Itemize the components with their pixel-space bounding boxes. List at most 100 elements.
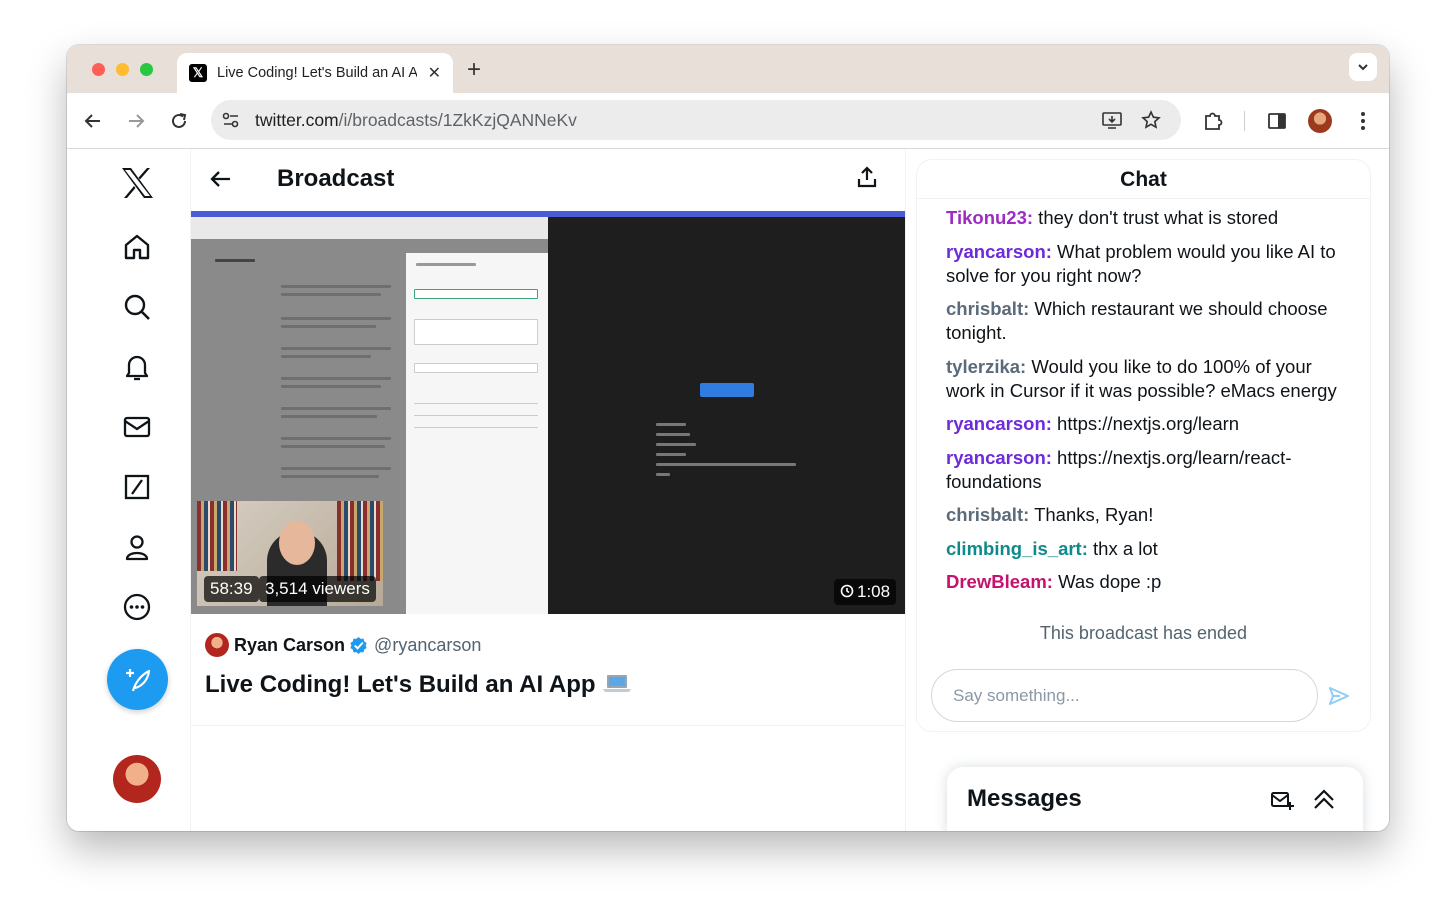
profile-avatar bbox=[1308, 109, 1332, 133]
extensions-button[interactable] bbox=[1199, 107, 1227, 135]
chat-title: Chat bbox=[1120, 168, 1167, 191]
chat-message-text: thx a lot bbox=[1087, 537, 1158, 559]
close-window-button[interactable] bbox=[92, 63, 105, 76]
chat-message: chrisbalt: Which restaurant we should ch… bbox=[946, 297, 1346, 345]
feather-plus-icon bbox=[125, 668, 150, 691]
browser-toolbar: twitter.com/i/broadcasts/1ZkKzjQANNeKv bbox=[67, 93, 1389, 149]
page-title: Broadcast bbox=[277, 165, 395, 192]
chat-username[interactable]: climbing_is_art: bbox=[946, 538, 1088, 559]
nav-profile[interactable] bbox=[117, 527, 157, 567]
x-home-logo[interactable] bbox=[117, 163, 157, 203]
chat-message: tylerzika: Would you like to do 100% of … bbox=[946, 355, 1346, 403]
reload-icon bbox=[172, 113, 187, 128]
grok-icon bbox=[124, 474, 150, 500]
broadcast-column: Broadcast 1:08 58:39 3,514 viewers Ryan … bbox=[191, 149, 906, 831]
new-message-icon[interactable] bbox=[1269, 787, 1295, 813]
person-icon bbox=[125, 535, 149, 561]
maximize-window-button[interactable] bbox=[140, 63, 153, 76]
chat-message: ryancarson: https://nextjs.org/learn/rea… bbox=[946, 446, 1346, 494]
sidebar-nav bbox=[67, 149, 191, 831]
broadcast-ended-notice: This broadcast has ended bbox=[1039, 623, 1248, 643]
browser-window: 𝕏 Live Coding! Let's Build an AI App ✕ +… bbox=[67, 45, 1389, 831]
nav-home[interactable] bbox=[117, 227, 157, 267]
chat-message-text: Thanks, Ryan! bbox=[1029, 504, 1154, 525]
chat-username[interactable]: DrewBleam: bbox=[946, 571, 1053, 592]
chat-username[interactable]: tylerzika: bbox=[946, 356, 1026, 377]
compose-post-button[interactable] bbox=[107, 649, 168, 710]
chat-username[interactable]: chrisbalt: bbox=[946, 504, 1029, 525]
side-panel-button[interactable] bbox=[1263, 107, 1291, 135]
chat-panel: Chat Tikonu23: they don't trust what is … bbox=[916, 159, 1371, 732]
share-button[interactable] bbox=[855, 165, 883, 193]
laptop-emoji-icon bbox=[602, 675, 631, 692]
minimize-window-button[interactable] bbox=[116, 63, 129, 76]
bookmark-star-icon[interactable] bbox=[1141, 110, 1161, 130]
profile-button[interactable] bbox=[1306, 107, 1334, 135]
replay-timestamp: 1:08 bbox=[857, 582, 891, 601]
mail-icon bbox=[123, 416, 151, 438]
nav-more[interactable] bbox=[117, 587, 157, 627]
nav-messages[interactable] bbox=[117, 407, 157, 447]
author-row: Ryan Carson @ryancarson bbox=[205, 633, 481, 657]
chevron-down-icon bbox=[1358, 64, 1368, 71]
video-screen-right: 1:08 bbox=[548, 217, 905, 614]
forward-button[interactable] bbox=[122, 107, 150, 135]
more-vertical-icon bbox=[1361, 112, 1365, 130]
reload-button[interactable] bbox=[165, 107, 193, 135]
chevron-double-up-icon[interactable] bbox=[1311, 787, 1337, 813]
more-circle-icon bbox=[123, 593, 151, 621]
author-name[interactable]: Ryan Carson bbox=[234, 635, 345, 656]
install-app-icon[interactable] bbox=[1101, 110, 1123, 130]
chat-input[interactable]: Say something... bbox=[931, 669, 1318, 722]
url-path: /i/broadcasts/1ZkKzjQANNeKv bbox=[338, 109, 577, 130]
nav-explore[interactable] bbox=[117, 287, 157, 327]
video-side-panel bbox=[406, 253, 548, 614]
presenter-face bbox=[279, 521, 315, 565]
chat-message: ryancarson: What problem would you like … bbox=[946, 240, 1346, 288]
messages-drawer[interactable]: Messages bbox=[947, 767, 1363, 831]
author-avatar[interactable] bbox=[205, 633, 229, 657]
nav-notifications[interactable] bbox=[117, 347, 157, 387]
chat-username[interactable]: ryancarson: bbox=[946, 413, 1052, 434]
tab-strip: 𝕏 Live Coding! Let's Build an AI App ✕ + bbox=[67, 45, 1389, 93]
url-text: twitter.com/i/broadcasts/1ZkKzjQANNeKv bbox=[255, 110, 577, 131]
url-host: twitter.com bbox=[255, 109, 339, 130]
account-avatar[interactable] bbox=[113, 755, 161, 803]
site-settings-icon[interactable] bbox=[221, 110, 241, 130]
broadcast-title: Live Coding! Let's Build an AI App bbox=[205, 671, 632, 699]
chat-username[interactable]: ryancarson: bbox=[946, 447, 1052, 468]
chat-message: climbing_is_art: thx a lot bbox=[946, 537, 1346, 561]
browser-tab[interactable]: 𝕏 Live Coding! Let's Build an AI App ✕ bbox=[177, 53, 453, 93]
new-tab-icon[interactable]: + bbox=[467, 56, 481, 84]
web-page: Broadcast 1:08 58:39 3,514 viewers Ryan … bbox=[67, 149, 1389, 831]
toolbar-divider bbox=[1244, 111, 1245, 131]
x-logo-icon: 𝕏 bbox=[189, 64, 207, 82]
arrow-left-icon bbox=[84, 114, 100, 128]
close-tab-icon[interactable]: ✕ bbox=[428, 63, 441, 83]
video-open-folder-button bbox=[700, 383, 754, 397]
chat-username[interactable]: ryancarson: bbox=[946, 241, 1052, 262]
search-icon bbox=[124, 294, 150, 320]
tab-search-button[interactable] bbox=[1349, 53, 1377, 81]
x-logo-icon bbox=[122, 168, 153, 198]
chat-username[interactable]: chrisbalt: bbox=[946, 298, 1029, 319]
chat-message-text: Was dope :p bbox=[1052, 571, 1162, 592]
address-bar[interactable]: twitter.com/i/broadcasts/1ZkKzjQANNeKv bbox=[211, 100, 1181, 140]
chat-username[interactable]: Tikonu23: bbox=[946, 207, 1033, 228]
browser-menu-button[interactable] bbox=[1349, 107, 1377, 135]
share-upload-icon bbox=[857, 166, 877, 188]
chat-message: DrewBleam: Was dope :p bbox=[946, 570, 1346, 594]
elapsed-time-badge: 58:39 bbox=[204, 576, 259, 602]
send-icon[interactable] bbox=[1327, 684, 1351, 708]
broadcast-video-player[interactable]: 1:08 58:39 3,514 viewers bbox=[191, 211, 905, 614]
side-panel-icon bbox=[1268, 113, 1286, 129]
back-button[interactable] bbox=[79, 107, 107, 135]
chat-message-text: they don't trust what is stored bbox=[1033, 207, 1279, 228]
puzzle-icon bbox=[1205, 112, 1223, 130]
history-icon bbox=[840, 584, 854, 598]
author-handle[interactable]: @ryancarson bbox=[374, 635, 481, 656]
viewer-count-badge: 3,514 viewers bbox=[259, 576, 376, 602]
back-arrow-button[interactable] bbox=[209, 167, 237, 195]
arrow-left-icon bbox=[210, 171, 230, 187]
nav-grok[interactable] bbox=[117, 467, 157, 507]
